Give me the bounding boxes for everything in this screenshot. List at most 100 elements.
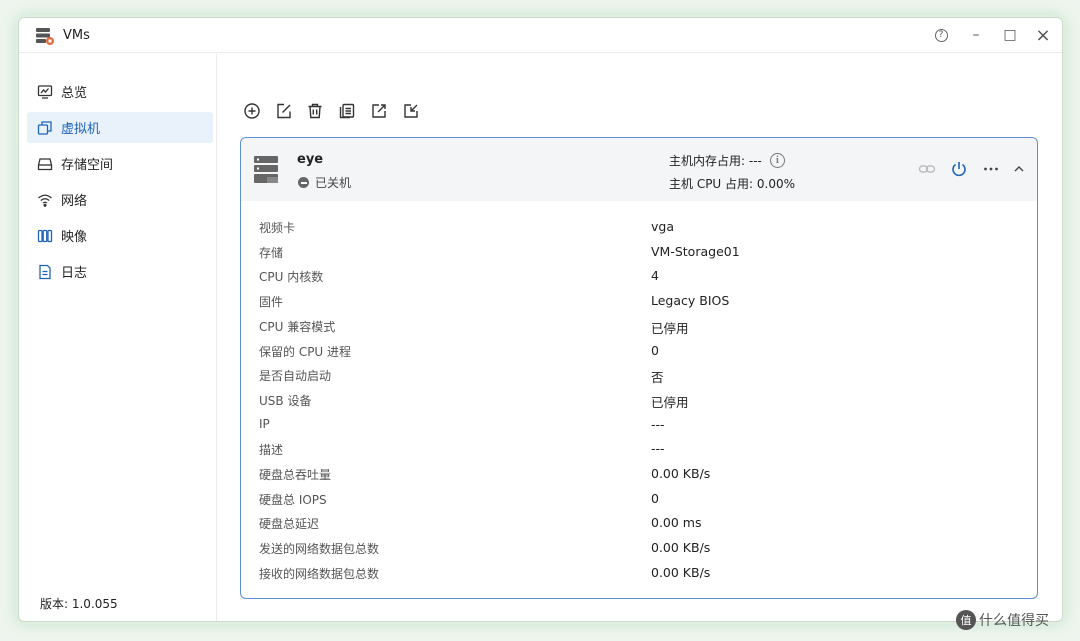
help-button[interactable]: ? (929, 24, 953, 46)
app-logo-icon (36, 28, 54, 45)
collapse-button[interactable] (1008, 159, 1030, 179)
detail-row: 保留的 CPU 进程 0 (241, 339, 1037, 363)
detail-row: CPU 兼容模式 已停用 (241, 314, 1037, 338)
detail-value: 0.00 KB/s (651, 540, 711, 556)
detail-row: 视频卡 vga (241, 215, 1037, 239)
detail-key: IP (259, 416, 270, 431)
detail-value: 0.00 ms (651, 515, 702, 531)
app-window: VMs ? – □ × 总览 虚拟机 存储空间 网络 映像 日志 版本: 1.0… (18, 17, 1063, 622)
power-button[interactable] (948, 159, 970, 179)
vm-icon (37, 120, 52, 135)
detail-row: 发送的网络数据包总数 0.00 KB/s (241, 536, 1037, 560)
storage-icon (37, 157, 53, 170)
detail-value: vga (651, 219, 674, 234)
wifi-icon (38, 194, 52, 207)
more-options-button[interactable] (980, 159, 1002, 179)
vm-status-label: 已关机 (315, 176, 352, 190)
detail-value: 已停用 (651, 394, 689, 410)
detail-row: USB 设备 已停用 (241, 388, 1037, 412)
sidebar-item-logs[interactable]: 日志 (27, 256, 213, 287)
watermark-text: 什么值得买 (979, 613, 1049, 629)
close-icon: × (1035, 24, 1051, 46)
maximize-icon: □ (1003, 27, 1017, 43)
detail-key: 接收的网络数据包总数 (259, 566, 380, 581)
detail-key: 硬盘总吞吐量 (259, 468, 332, 482)
detail-key: CPU 兼容模式 (259, 319, 336, 334)
sidebar-item-label: 网络 (61, 194, 88, 209)
import-icon (404, 104, 418, 118)
clone-vm-button[interactable] (336, 100, 358, 122)
minimize-icon: – (972, 27, 980, 43)
detail-value: 0.00 KB/s (651, 466, 711, 481)
detail-row: 硬盘总吞吐量 0.00 KB/s (241, 462, 1037, 486)
server-icon (254, 156, 278, 183)
title-bar: VMs ? – □ × (19, 18, 1062, 53)
detail-row: 描述 --- (241, 437, 1037, 461)
more-icon (984, 167, 998, 171)
detail-row: 是否自动启动 否 (241, 363, 1037, 387)
edit-icon (277, 103, 291, 119)
minimize-button[interactable]: – (964, 24, 988, 46)
detail-row: 接收的网络数据包总数 0.00 KB/s (241, 561, 1037, 585)
detail-key: 发送的网络数据包总数 (259, 542, 380, 557)
vm-status: 已关机 (298, 174, 351, 191)
detail-key: 视频卡 (259, 221, 296, 235)
info-icon[interactable]: i (769, 153, 785, 168)
watermark: 值 什么值得买 (956, 610, 1049, 630)
stopped-status-icon (298, 177, 309, 188)
vm-name: eye (297, 152, 324, 167)
add-vm-button[interactable] (241, 100, 263, 122)
image-icon (37, 229, 53, 242)
detail-key: 是否自动启动 (259, 369, 332, 384)
detail-value: 否 (651, 370, 664, 386)
detail-key: 保留的 CPU 进程 (259, 344, 352, 359)
sidebar-item-label: 日志 (61, 266, 88, 281)
detail-key: CPU 内核数 (259, 270, 324, 285)
chevron-up-icon (1014, 166, 1024, 172)
detail-value: VM-Storage01 (651, 243, 740, 259)
window-title: VMs (63, 28, 90, 43)
delete-vm-button[interactable] (304, 100, 326, 122)
overview-icon (37, 84, 53, 99)
watermark-logo: 值 (956, 610, 976, 630)
vm-card[interactable]: eye 已关机 主机内存占用: --- i 主机 CPU 占用: 0.00% 视… (240, 137, 1038, 599)
detail-value: 0 (651, 342, 659, 358)
detail-key: 硬盘总 IOPS (259, 492, 327, 507)
clone-icon (339, 103, 355, 119)
cpu-usage: 主机 CPU 占用: 0.00% (669, 177, 796, 191)
detail-value: --- (651, 441, 665, 457)
detail-row: 硬盘总延迟 0.00 ms (241, 511, 1037, 535)
detail-key: 固件 (259, 295, 284, 310)
detail-row: 固件 Legacy BIOS (241, 289, 1037, 313)
sidebar-item-vms[interactable]: 虚拟机 (27, 112, 213, 143)
help-icon: ? (934, 28, 948, 42)
main-panel: eye 已关机 主机内存占用: --- i 主机 CPU 占用: 0.00% 视… (218, 54, 1062, 621)
sidebar-item-storage[interactable]: 存储空间 (27, 148, 213, 179)
detail-row: 硬盘总 IOPS 0 (241, 487, 1037, 511)
log-icon (39, 264, 51, 279)
detail-value: 0 (651, 490, 659, 506)
export-vm-button[interactable] (368, 100, 390, 122)
detail-key: 存储 (259, 245, 284, 260)
detail-key: USB 设备 (259, 393, 312, 408)
detail-value: Legacy BIOS (651, 293, 730, 309)
maximize-button[interactable]: □ (998, 24, 1022, 46)
sidebar-item-label: 映像 (61, 230, 88, 245)
sidebar-item-overview[interactable]: 总览 (27, 76, 213, 107)
detail-value: 0.00 KB/s (651, 564, 711, 580)
vm-card-header[interactable]: eye 已关机 主机内存占用: --- i 主机 CPU 占用: 0.00% (241, 138, 1037, 201)
console-link-button[interactable] (916, 159, 938, 179)
edit-vm-button[interactable] (273, 100, 295, 122)
export-icon (372, 104, 386, 118)
power-icon (952, 162, 966, 177)
detail-value: 4 (651, 268, 659, 284)
sidebar-item-label: 总览 (61, 86, 88, 101)
sidebar-item-network[interactable]: 网络 (27, 184, 213, 215)
sidebar-item-images[interactable]: 映像 (27, 220, 213, 251)
close-button[interactable]: × (1031, 24, 1055, 46)
detail-row: CPU 内核数 4 (241, 264, 1037, 288)
delete-icon (308, 103, 322, 119)
add-icon (244, 103, 260, 119)
detail-key: 硬盘总延迟 (259, 517, 320, 532)
import-vm-button[interactable] (400, 100, 422, 122)
